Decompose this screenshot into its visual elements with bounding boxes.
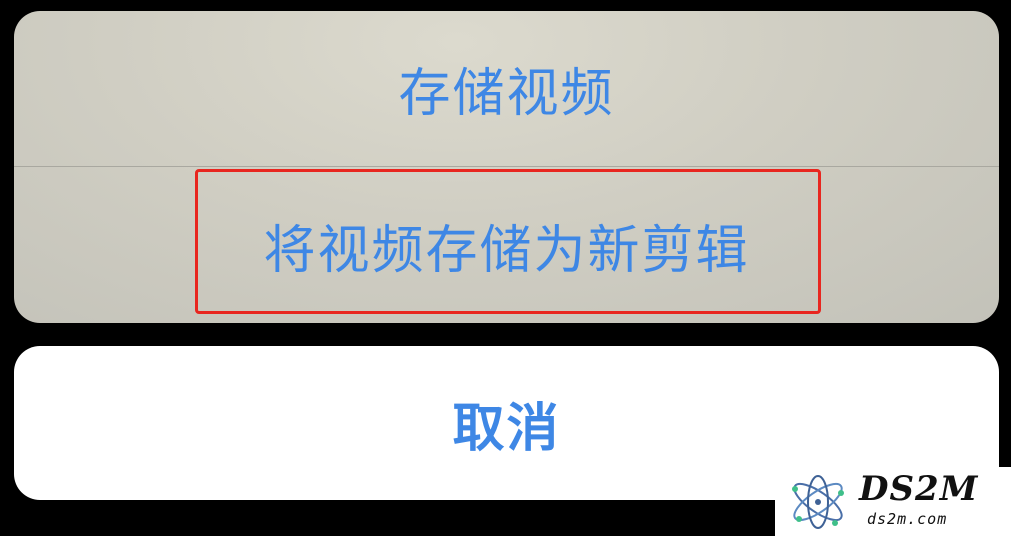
watermark: DS2M ds2m.com — [775, 467, 1011, 536]
atom-logo-icon — [792, 475, 844, 529]
save-as-new-clip-label: 将视频存储为新剪辑 — [263, 220, 750, 281]
action-sheet: 存储视频 将视频存储为新剪辑 — [14, 11, 999, 323]
watermark-name: DS2M — [859, 469, 979, 509]
save-video-button[interactable]: 存储视频 — [14, 11, 999, 166]
save-video-label: 存储视频 — [398, 64, 615, 124]
save-as-new-clip-button[interactable]: 将视频存储为新剪辑 — [14, 167, 999, 323]
watermark-url: ds2m.com — [867, 510, 948, 528]
cancel-label: 取消 — [452, 398, 561, 459]
